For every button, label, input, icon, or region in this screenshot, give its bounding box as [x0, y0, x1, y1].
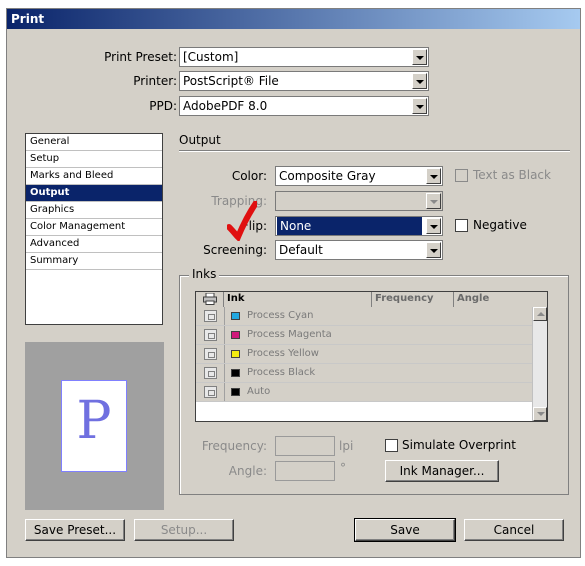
sidebar-item-general[interactable]: General — [26, 134, 162, 151]
sidebar-item-marks-and-bleed[interactable]: Marks and Bleed — [26, 168, 162, 185]
chevron-down-icon[interactable] — [412, 98, 427, 114]
column-ink[interactable]: Ink — [224, 292, 372, 307]
category-list: General Setup Marks and Bleed Output Gra… — [25, 133, 163, 325]
screening-value: Default — [279, 243, 323, 257]
ink-row[interactable]: Process Yellow — [196, 345, 532, 364]
inks-scrollbar[interactable] — [532, 307, 547, 421]
ink-swatch — [231, 312, 240, 320]
ppd-value: AdobePDF 8.0 — [183, 99, 268, 113]
ink-swatch — [231, 369, 240, 377]
print-toggle-icon[interactable] — [204, 367, 217, 379]
print-preset-label: Print Preset: — [104, 50, 177, 64]
print-toggle-icon[interactable] — [204, 310, 217, 322]
ppd-dropdown[interactable]: AdobePDF 8.0 — [179, 96, 429, 116]
column-angle[interactable]: Angle — [454, 292, 548, 307]
angle-label: Angle: — [228, 464, 267, 478]
chevron-down-icon[interactable] — [412, 73, 427, 89]
cancel-button[interactable]: Cancel — [464, 519, 564, 541]
print-preset-dropdown[interactable]: [Custom] — [179, 47, 429, 67]
print-toggle-icon[interactable] — [204, 348, 217, 360]
inks-table-header: Ink Frequency Angle — [196, 292, 547, 308]
frequency-label: Frequency: — [201, 439, 267, 453]
print-icon — [196, 292, 224, 307]
scroll-up-icon[interactable] — [533, 307, 547, 321]
section-title: Output — [179, 133, 221, 147]
save-preset-button[interactable]: Save Preset... — [25, 519, 125, 541]
inks-table: Ink Frequency Angle Process Cyan Process… — [195, 291, 548, 422]
negative-checkbox[interactable] — [455, 219, 468, 232]
chevron-down-icon[interactable] — [426, 193, 441, 209]
screening-label: Screening: — [203, 243, 267, 257]
color-dropdown[interactable]: Composite Gray — [275, 166, 443, 186]
window-title: Print — [7, 9, 580, 29]
angle-field[interactable] — [275, 461, 335, 481]
chevron-down-icon[interactable] — [412, 49, 427, 65]
page-preview[interactable]: P — [25, 342, 164, 510]
scroll-down-icon[interactable] — [533, 407, 547, 421]
sidebar-item-graphics[interactable]: Graphics — [26, 202, 162, 219]
setup-button[interactable]: Setup... — [134, 519, 234, 541]
angle-unit: ° — [340, 461, 346, 475]
chevron-down-icon[interactable] — [426, 242, 441, 258]
ink-name: Process Yellow — [247, 348, 319, 359]
ink-row[interactable]: Process Cyan — [196, 307, 532, 326]
sidebar-item-output[interactable]: Output — [26, 185, 162, 202]
print-toggle-icon[interactable] — [204, 329, 217, 341]
screening-dropdown[interactable]: Default — [275, 240, 443, 260]
frequency-unit: lpi — [339, 439, 354, 453]
ink-name: Auto — [247, 386, 271, 397]
chevron-down-icon[interactable] — [426, 168, 441, 184]
ink-name: Process Magenta — [247, 329, 332, 340]
sidebar-item-color-management[interactable]: Color Management — [26, 219, 162, 236]
ink-row[interactable]: Process Magenta — [196, 326, 532, 345]
ink-swatch — [231, 388, 240, 396]
print-dialog: Print Print Preset: [Custom] Printer: Po… — [6, 8, 581, 558]
section-divider — [179, 150, 570, 152]
text-as-black-label: Text as Black — [473, 168, 551, 182]
ink-name: Process Black — [247, 367, 316, 378]
ink-name: Process Cyan — [247, 310, 314, 321]
ink-swatch — [231, 350, 240, 358]
ink-swatch — [231, 331, 240, 339]
checkmark-annotation-icon — [227, 201, 257, 241]
ink-manager-button[interactable]: Ink Manager... — [385, 460, 499, 482]
color-label: Color: — [231, 169, 267, 183]
ink-row[interactable]: Auto — [196, 383, 532, 402]
print-toggle-icon[interactable] — [204, 386, 217, 398]
inks-group-title: Inks — [189, 267, 220, 281]
negative-label: Negative — [473, 218, 527, 232]
simulate-overprint-label: Simulate Overprint — [402, 438, 516, 452]
chevron-down-icon[interactable] — [426, 218, 441, 234]
ppd-label: PPD: — [149, 99, 177, 113]
text-as-black-checkbox[interactable] — [455, 169, 468, 182]
printer-value: PostScript® File — [183, 74, 279, 88]
flip-value: None — [277, 217, 422, 235]
save-button[interactable]: Save — [354, 518, 456, 542]
simulate-overprint-checkbox[interactable] — [385, 439, 398, 452]
printer-dropdown[interactable]: PostScript® File — [179, 71, 429, 91]
sidebar-item-advanced[interactable]: Advanced — [26, 236, 162, 253]
print-preset-value: [Custom] — [183, 50, 239, 64]
preview-page: P — [61, 380, 127, 472]
trapping-dropdown[interactable] — [275, 191, 443, 211]
frequency-field[interactable] — [275, 436, 335, 456]
flip-dropdown[interactable]: None — [275, 216, 443, 236]
sidebar-item-summary[interactable]: Summary — [26, 253, 162, 270]
printer-label: Printer: — [133, 74, 177, 88]
sidebar-item-setup[interactable]: Setup — [26, 151, 162, 168]
color-value: Composite Gray — [279, 169, 376, 183]
ink-row[interactable]: Process Black — [196, 364, 532, 383]
preview-letter: P — [76, 391, 112, 451]
column-frequency[interactable]: Frequency — [372, 292, 454, 307]
